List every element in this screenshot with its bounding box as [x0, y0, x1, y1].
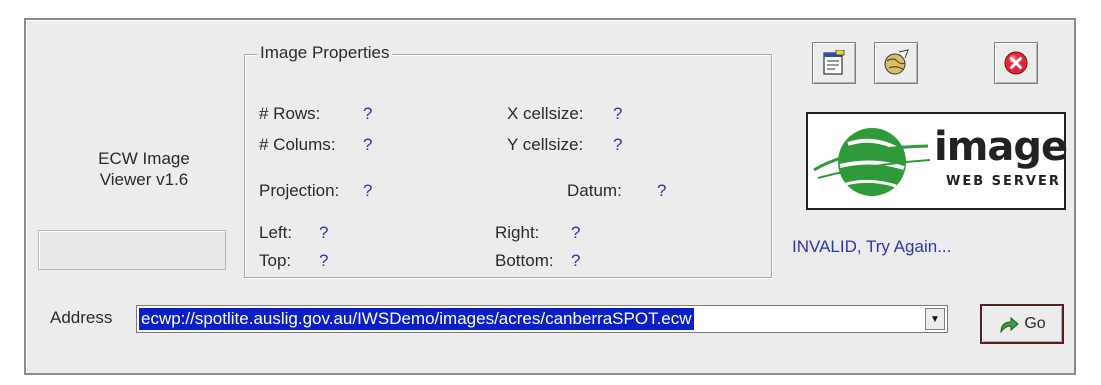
right-label: Right:: [495, 223, 540, 242]
logo-subtitle: WEB SERVER: [946, 174, 1061, 189]
app-title-line-2: Viewer v1.6: [99, 170, 189, 189]
x-cellsize-label: X cellsize:: [507, 104, 584, 123]
status-message: INVALID, Try Again...: [792, 237, 952, 256]
go-arrow-icon: [1000, 316, 1020, 334]
left-value: ?: [319, 223, 329, 242]
image-properties-group: Image Properties # Rows: ? # Colums: ? X…: [244, 43, 772, 278]
viewer-panel: ECW Image Viewer v1.6 Image Properties #…: [24, 18, 1076, 375]
bottom-value: ?: [571, 251, 581, 270]
logo-wordmark: image: [934, 124, 1068, 170]
go-button[interactable]: Go: [980, 304, 1064, 344]
columns-value: ?: [363, 135, 373, 154]
globe-icon: [884, 49, 909, 75]
projection-value: ?: [363, 181, 373, 200]
image-web-server-logo: image WEB SERVER: [806, 112, 1068, 210]
globe-logo-icon: [813, 128, 931, 196]
datum-label: Datum:: [567, 181, 622, 200]
go-label: Go: [1024, 315, 1046, 332]
rows-label: # Rows:: [259, 104, 321, 123]
app-title-line-1: ECW Image: [98, 149, 190, 168]
globe-button[interactable]: [874, 42, 918, 84]
close-icon: [1004, 51, 1028, 75]
bottom-label: Bottom:: [495, 251, 554, 270]
x-cellsize-value: ?: [613, 104, 623, 123]
datum-value: ?: [657, 181, 667, 200]
address-combobox[interactable]: ecwp://spotlite.auslig.gov.au/IWSDemo/im…: [136, 305, 948, 333]
address-input[interactable]: ecwp://spotlite.auslig.gov.au/IWSDemo/im…: [139, 308, 694, 330]
y-cellsize-value: ?: [613, 135, 623, 154]
status-box: [38, 230, 226, 270]
y-cellsize-label: Y cellsize:: [507, 135, 584, 154]
dropdown-arrow-icon[interactable]: ▼: [925, 308, 945, 330]
top-value: ?: [319, 251, 329, 270]
image-properties-legend: Image Properties: [257, 43, 393, 63]
address-label: Address: [50, 308, 113, 327]
projection-label: Projection:: [259, 181, 340, 200]
columns-label: # Colums:: [259, 135, 336, 154]
close-button[interactable]: [994, 42, 1038, 84]
properties-icon: [823, 50, 845, 75]
top-label: Top:: [259, 251, 292, 270]
properties-button[interactable]: [812, 42, 856, 84]
right-value: ?: [571, 223, 581, 242]
app-title: ECW Image Viewer v1.6: [64, 148, 224, 190]
rows-value: ?: [363, 104, 373, 123]
left-label: Left:: [259, 223, 293, 242]
